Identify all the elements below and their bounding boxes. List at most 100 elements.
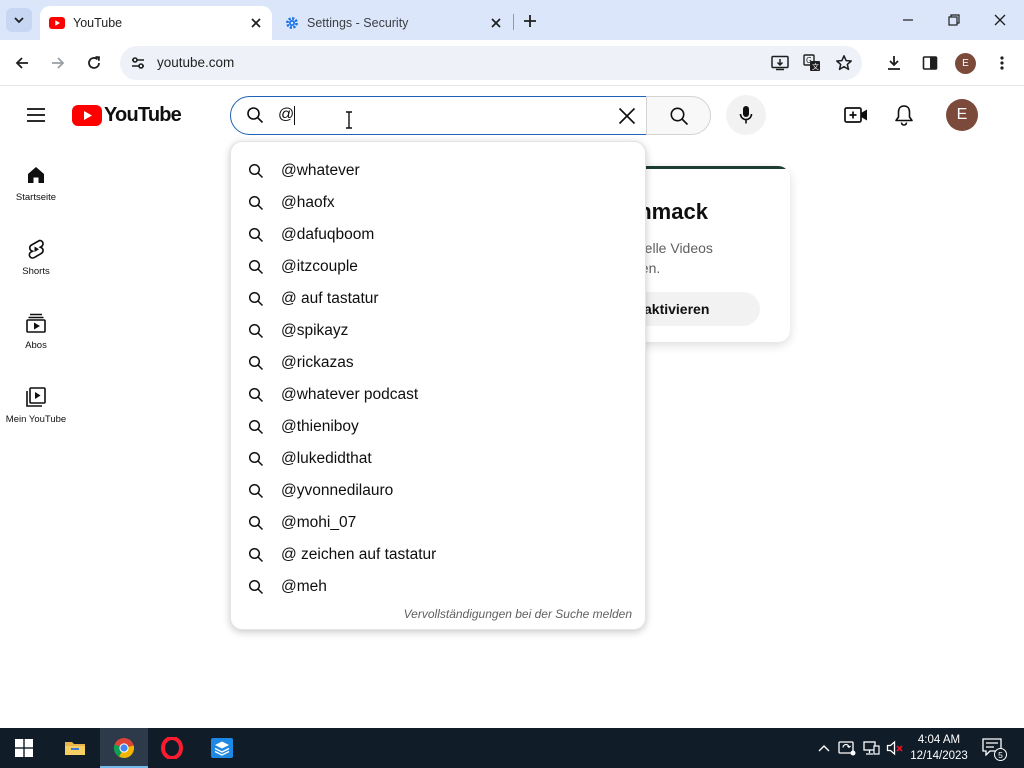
- taskbar-clock[interactable]: 4:04 AM 12/14/2023: [906, 732, 972, 764]
- voice-search-button[interactable]: [726, 95, 766, 135]
- suggestion-item[interactable]: @spikayz: [231, 315, 645, 347]
- chrome-menu-button[interactable]: [988, 49, 1016, 77]
- suggestion-item[interactable]: @itzcouple: [231, 251, 645, 283]
- search-icon: [248, 515, 264, 531]
- chevron-up-icon: [818, 745, 830, 752]
- file-explorer-icon: [65, 742, 85, 755]
- guide-item-label: Abos: [25, 340, 47, 351]
- reload-icon: [88, 56, 100, 69]
- subscriptions-icon: [26, 313, 46, 333]
- suggestion-item[interactable]: @ zeichen auf tastatur: [231, 539, 645, 571]
- report-suggestions-link[interactable]: Vervollständigungen bei der Suche melden: [404, 607, 632, 621]
- guide-item-home[interactable]: Startseite: [0, 164, 72, 203]
- address-bar[interactable]: youtube.com G文: [120, 46, 862, 80]
- notifications-button[interactable]: [890, 101, 918, 129]
- bookmark-star-icon[interactable]: [834, 53, 854, 73]
- search-icon: [248, 579, 264, 595]
- search-icon: [248, 451, 264, 467]
- suggestion-item[interactable]: @rickazas: [231, 347, 645, 379]
- guide-item-subscriptions[interactable]: Abos: [0, 312, 72, 351]
- guide-item-label: Mein YouTube: [5, 414, 67, 425]
- forward-button[interactable]: [44, 49, 72, 77]
- tab-settings-security[interactable]: Settings - Security: [276, 6, 512, 40]
- search-icon: [248, 419, 264, 435]
- site-info-button[interactable]: [126, 51, 150, 75]
- tab-title: Settings - Security: [307, 16, 409, 30]
- new-tab-button[interactable]: [518, 9, 542, 33]
- minimize-button[interactable]: [888, 6, 928, 34]
- suggestion-item[interactable]: @ auf tastatur: [231, 283, 645, 315]
- tray-overflow-button[interactable]: [814, 738, 834, 758]
- url-text[interactable]: youtube.com: [157, 55, 234, 70]
- install-app-icon[interactable]: [770, 53, 790, 73]
- account-avatar[interactable]: E: [946, 99, 978, 131]
- suggestion-item[interactable]: @whatever podcast: [231, 379, 645, 411]
- action-center-button[interactable]: 5: [982, 738, 1007, 761]
- arrow-left-icon: [15, 57, 28, 69]
- side-panel-button[interactable]: [916, 49, 944, 77]
- windows-taskbar: 4:04 AM 12/14/2023 5: [0, 728, 1024, 768]
- side-panel-icon: [922, 56, 938, 70]
- youtube-play-icon: [72, 105, 102, 126]
- suggestion-text: @lukedidthat: [281, 450, 372, 467]
- clock-date: 12/14/2023: [910, 750, 968, 762]
- microphone-icon: [739, 106, 753, 124]
- youtube-favicon-icon: [49, 17, 65, 29]
- arrow-right-icon: [52, 57, 65, 69]
- tune-icon: [132, 57, 144, 69]
- tab-close-icon[interactable]: [246, 13, 266, 33]
- search-suggestions-dropdown: @whatever @haofx @dafuqboom @itzcouple @ auf…: [230, 141, 646, 630]
- tab-youtube[interactable]: YouTube: [40, 6, 272, 40]
- suggestion-text: @itzcouple: [281, 258, 358, 275]
- shorts-icon: [28, 239, 44, 259]
- start-button[interactable]: [0, 728, 48, 768]
- restore-button[interactable]: [934, 6, 974, 34]
- volume-muted-icon[interactable]: [885, 738, 905, 758]
- tray-sync-icon[interactable]: [837, 738, 857, 758]
- browser-profile-avatar[interactable]: E: [955, 53, 976, 74]
- suggestion-item[interactable]: @lukedidthat: [231, 443, 645, 475]
- suggestion-item[interactable]: @thieniboy: [231, 411, 645, 443]
- back-button[interactable]: [8, 49, 36, 77]
- taskbar-file-explorer[interactable]: [51, 728, 99, 768]
- guide-item-library[interactable]: Mein YouTube: [0, 386, 72, 425]
- suggestion-item[interactable]: @mohi_07: [231, 507, 645, 539]
- suggestion-item[interactable]: @haofx: [231, 187, 645, 219]
- taskbar-chrome[interactable]: [100, 728, 148, 768]
- downloads-button[interactable]: [880, 49, 908, 77]
- search-icon: [248, 163, 264, 179]
- suggestion-item[interactable]: @dafuqboom: [231, 219, 645, 251]
- network-icon[interactable]: [861, 738, 881, 758]
- clear-search-button[interactable]: [612, 101, 642, 131]
- suggestion-text: @yvonnedilauro: [281, 482, 394, 499]
- tab-search-button[interactable]: [6, 8, 32, 32]
- youtube-wordmark: YouTube: [104, 104, 182, 126]
- suggestion-item[interactable]: @whatever: [231, 155, 645, 187]
- suggestion-item[interactable]: @yvonnedilauro: [231, 475, 645, 507]
- close-window-button[interactable]: [980, 6, 1020, 34]
- restore-icon: [948, 14, 960, 26]
- reload-button[interactable]: [80, 49, 108, 77]
- taskbar-app[interactable]: [198, 728, 246, 768]
- chrome-icon: [113, 738, 135, 759]
- create-button[interactable]: [842, 101, 870, 129]
- download-icon: [888, 56, 900, 70]
- suggestion-item[interactable]: @meh: [231, 571, 645, 603]
- search-icon: [248, 355, 264, 371]
- library-icon: [26, 387, 46, 407]
- guide-item-label: Shorts: [22, 266, 50, 277]
- tab-title: YouTube: [73, 16, 123, 30]
- search-icon: [248, 195, 264, 211]
- taskbar-opera[interactable]: [148, 728, 196, 768]
- youtube-header: YouTube @ E: [0, 87, 1024, 143]
- search-icon: [248, 547, 264, 563]
- guide-item-shorts[interactable]: Shorts: [0, 238, 72, 277]
- youtube-logo[interactable]: YouTube: [72, 104, 182, 127]
- search-icon: [248, 323, 264, 339]
- suggestion-text: @meh: [281, 578, 327, 595]
- search-button[interactable]: [646, 96, 711, 135]
- tab-close-icon[interactable]: [486, 13, 506, 33]
- search-input[interactable]: @: [230, 96, 647, 135]
- translate-icon[interactable]: G文: [802, 53, 822, 73]
- guide-menu-button[interactable]: [22, 101, 50, 129]
